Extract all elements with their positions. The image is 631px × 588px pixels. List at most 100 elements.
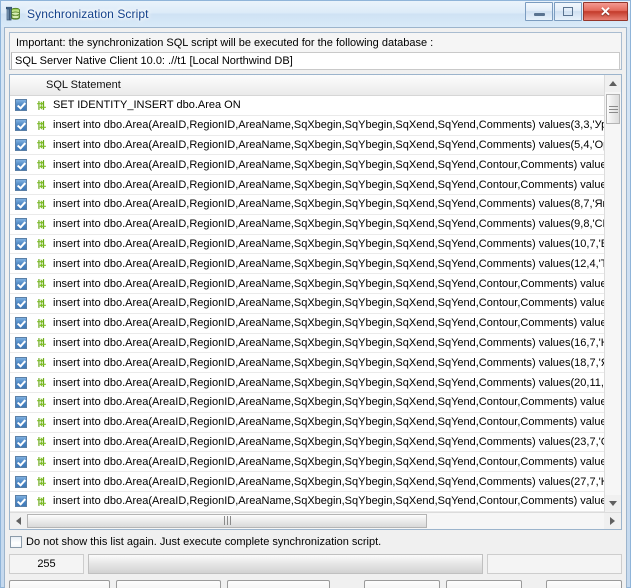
info-panel: Important: the synchronization SQL scrip… [9, 32, 622, 70]
minimize-button[interactable] [525, 2, 553, 21]
table-row[interactable]: insert into dbo.Area(AreaID,RegionID,Are… [10, 274, 604, 294]
row-checkbox-cell[interactable] [10, 455, 32, 468]
table-row[interactable]: insert into dbo.Area(AreaID,RegionID,Are… [10, 254, 604, 275]
table-row[interactable]: insert into dbo.Area(AreaID,RegionID,Are… [10, 334, 604, 354]
table-row[interactable]: insert into dbo.Area(AreaID,RegionID,Are… [10, 195, 604, 215]
row-sync-icon-cell [34, 278, 48, 289]
row-checkbox[interactable] [15, 277, 27, 290]
row-checkbox[interactable] [15, 237, 27, 250]
row-checkbox-cell[interactable] [10, 198, 32, 211]
row-checkbox[interactable] [15, 317, 27, 330]
row-checkbox-cell[interactable] [10, 416, 32, 429]
row-checkbox[interactable] [15, 376, 27, 389]
table-row[interactable]: insert into dbo.Area(AreaID,RegionID,Are… [10, 452, 604, 473]
row-checkbox-cell[interactable] [10, 336, 32, 349]
row-checkbox-cell[interactable] [10, 218, 32, 231]
row-checkbox-cell[interactable] [10, 475, 32, 488]
row-checkbox[interactable] [15, 396, 27, 409]
scroll-up-button[interactable] [605, 75, 621, 92]
table-row[interactable]: insert into dbo.Area(AreaID,RegionID,Are… [10, 136, 604, 156]
sql-statement-text: insert into dbo.Area(AreaID,RegionID,Are… [53, 455, 604, 468]
table-row[interactable]: insert into dbo.Area(AreaID,RegionID,Are… [10, 433, 604, 453]
row-checkbox-cell[interactable] [10, 396, 32, 409]
scroll-right-button[interactable] [604, 513, 621, 529]
clear-selection-button[interactable]: Clear Selection [116, 579, 221, 588]
sync-arrows-icon [36, 378, 46, 387]
table-row[interactable]: insert into dbo.Area(AreaID,RegionID,Are… [10, 413, 604, 433]
scroll-down-button[interactable] [605, 494, 621, 512]
row-checkbox[interactable] [15, 297, 27, 310]
row-checkbox[interactable] [15, 138, 27, 151]
row-checkbox-cell[interactable] [10, 277, 32, 290]
row-sync-icon-cell [34, 199, 48, 210]
table-row[interactable]: insert into dbo.Area(AreaID,RegionID,Are… [10, 492, 604, 512]
vertical-scroll-track[interactable] [605, 92, 621, 495]
row-checkbox-cell[interactable] [10, 237, 32, 250]
row-checkbox[interactable] [15, 99, 27, 112]
table-row[interactable]: insert into dbo.Area(AreaID,RegionID,Are… [10, 294, 604, 314]
row-checkbox[interactable] [15, 336, 27, 349]
row-checkbox[interactable] [15, 495, 27, 508]
window-frame: Synchronization Script ✕ Important: the … [0, 0, 631, 588]
grip-icon [223, 516, 231, 526]
row-checkbox-cell[interactable] [10, 376, 32, 389]
sql-statement-text: SET IDENTITY_INSERT dbo.Area ON [53, 99, 241, 112]
execute-button[interactable]: Execute [446, 579, 522, 588]
row-checkbox-cell[interactable] [10, 317, 32, 330]
sync-arrows-icon [36, 160, 46, 170]
restore-icon [563, 7, 573, 16]
sql-statement-text: insert into dbo.Area(AreaID,RegionID,Are… [53, 297, 604, 310]
suppress-list-checkbox[interactable] [10, 535, 22, 548]
row-checkbox-cell[interactable] [10, 356, 32, 369]
close-dialog-button[interactable]: Close [546, 579, 622, 588]
row-checkbox[interactable] [15, 158, 27, 171]
row-checkbox-cell[interactable] [10, 435, 32, 448]
vertical-scrollbar[interactable] [604, 75, 621, 512]
table-row[interactable]: insert into dbo.Area(AreaID,RegionID,Are… [10, 175, 604, 195]
row-checkbox-cell[interactable] [10, 99, 32, 112]
save-button[interactable]: Save... [364, 579, 440, 588]
reverse-selection-button[interactable]: Reverse Selection [227, 579, 330, 588]
table-row[interactable]: insert into dbo.Area(AreaID,RegionID,Are… [10, 472, 604, 492]
table-row[interactable]: insert into dbo.Area(AreaID,RegionID,Are… [10, 235, 604, 255]
row-checkbox[interactable] [15, 435, 27, 448]
table-row[interactable]: insert into dbo.Area(AreaID,RegionID,Are… [10, 353, 604, 374]
table-row[interactable]: insert into dbo.Area(AreaID,RegionID,Are… [10, 215, 604, 235]
row-checkbox-cell[interactable] [10, 138, 32, 151]
row-checkbox[interactable] [15, 416, 27, 429]
row-checkbox-cell[interactable] [10, 495, 32, 508]
row-checkbox[interactable] [15, 257, 27, 270]
restore-button[interactable] [554, 2, 582, 21]
table-row[interactable]: insert into dbo.Area(AreaID,RegionID,Are… [10, 155, 604, 176]
table-row[interactable]: insert into dbo.Area(AreaID,RegionID,Are… [10, 116, 604, 136]
row-checkbox[interactable] [15, 455, 27, 468]
row-checkbox-cell[interactable] [10, 119, 32, 132]
row-checkbox-cell[interactable] [10, 297, 32, 310]
row-checkbox[interactable] [15, 218, 27, 231]
vertical-scroll-thumb[interactable] [606, 94, 620, 124]
suppress-list-option[interactable]: Do not show this list again. Just execut… [9, 534, 622, 552]
sync-arrows-icon [36, 358, 46, 368]
horizontal-scrollbar[interactable] [10, 511, 621, 529]
row-checkbox-cell[interactable] [10, 158, 32, 171]
row-checkbox[interactable] [15, 178, 27, 191]
row-checkbox[interactable] [15, 198, 27, 211]
row-checkbox-cell[interactable] [10, 257, 32, 270]
row-checkbox[interactable] [15, 475, 27, 488]
horizontal-scroll-thumb[interactable] [27, 513, 427, 528]
row-checkbox-cell[interactable] [10, 178, 32, 191]
table-row[interactable]: insert into dbo.Area(AreaID,RegionID,Are… [10, 314, 604, 334]
sql-statement-text: insert into dbo.Area(AreaID,RegionID,Are… [53, 257, 604, 270]
table-row[interactable]: insert into dbo.Area(AreaID,RegionID,Are… [10, 393, 604, 413]
table-row[interactable]: insert into dbo.Area(AreaID,RegionID,Are… [10, 373, 604, 393]
sql-statement-text: insert into dbo.Area(AreaID,RegionID,Are… [53, 435, 604, 448]
database-connection-line: SQL Server Native Client 10.0: .//t1 [Lo… [11, 52, 620, 70]
horizontal-scroll-track[interactable] [27, 512, 604, 529]
scroll-left-button[interactable] [10, 513, 27, 529]
table-row[interactable]: SET IDENTITY_INSERT dbo.Area ON [10, 96, 604, 116]
select-all-button[interactable]: Select All [9, 579, 110, 588]
sql-statement-text: insert into dbo.Area(AreaID,RegionID,Are… [53, 376, 604, 389]
row-checkbox[interactable] [15, 119, 27, 132]
row-checkbox[interactable] [15, 356, 27, 369]
close-button[interactable]: ✕ [583, 2, 628, 21]
